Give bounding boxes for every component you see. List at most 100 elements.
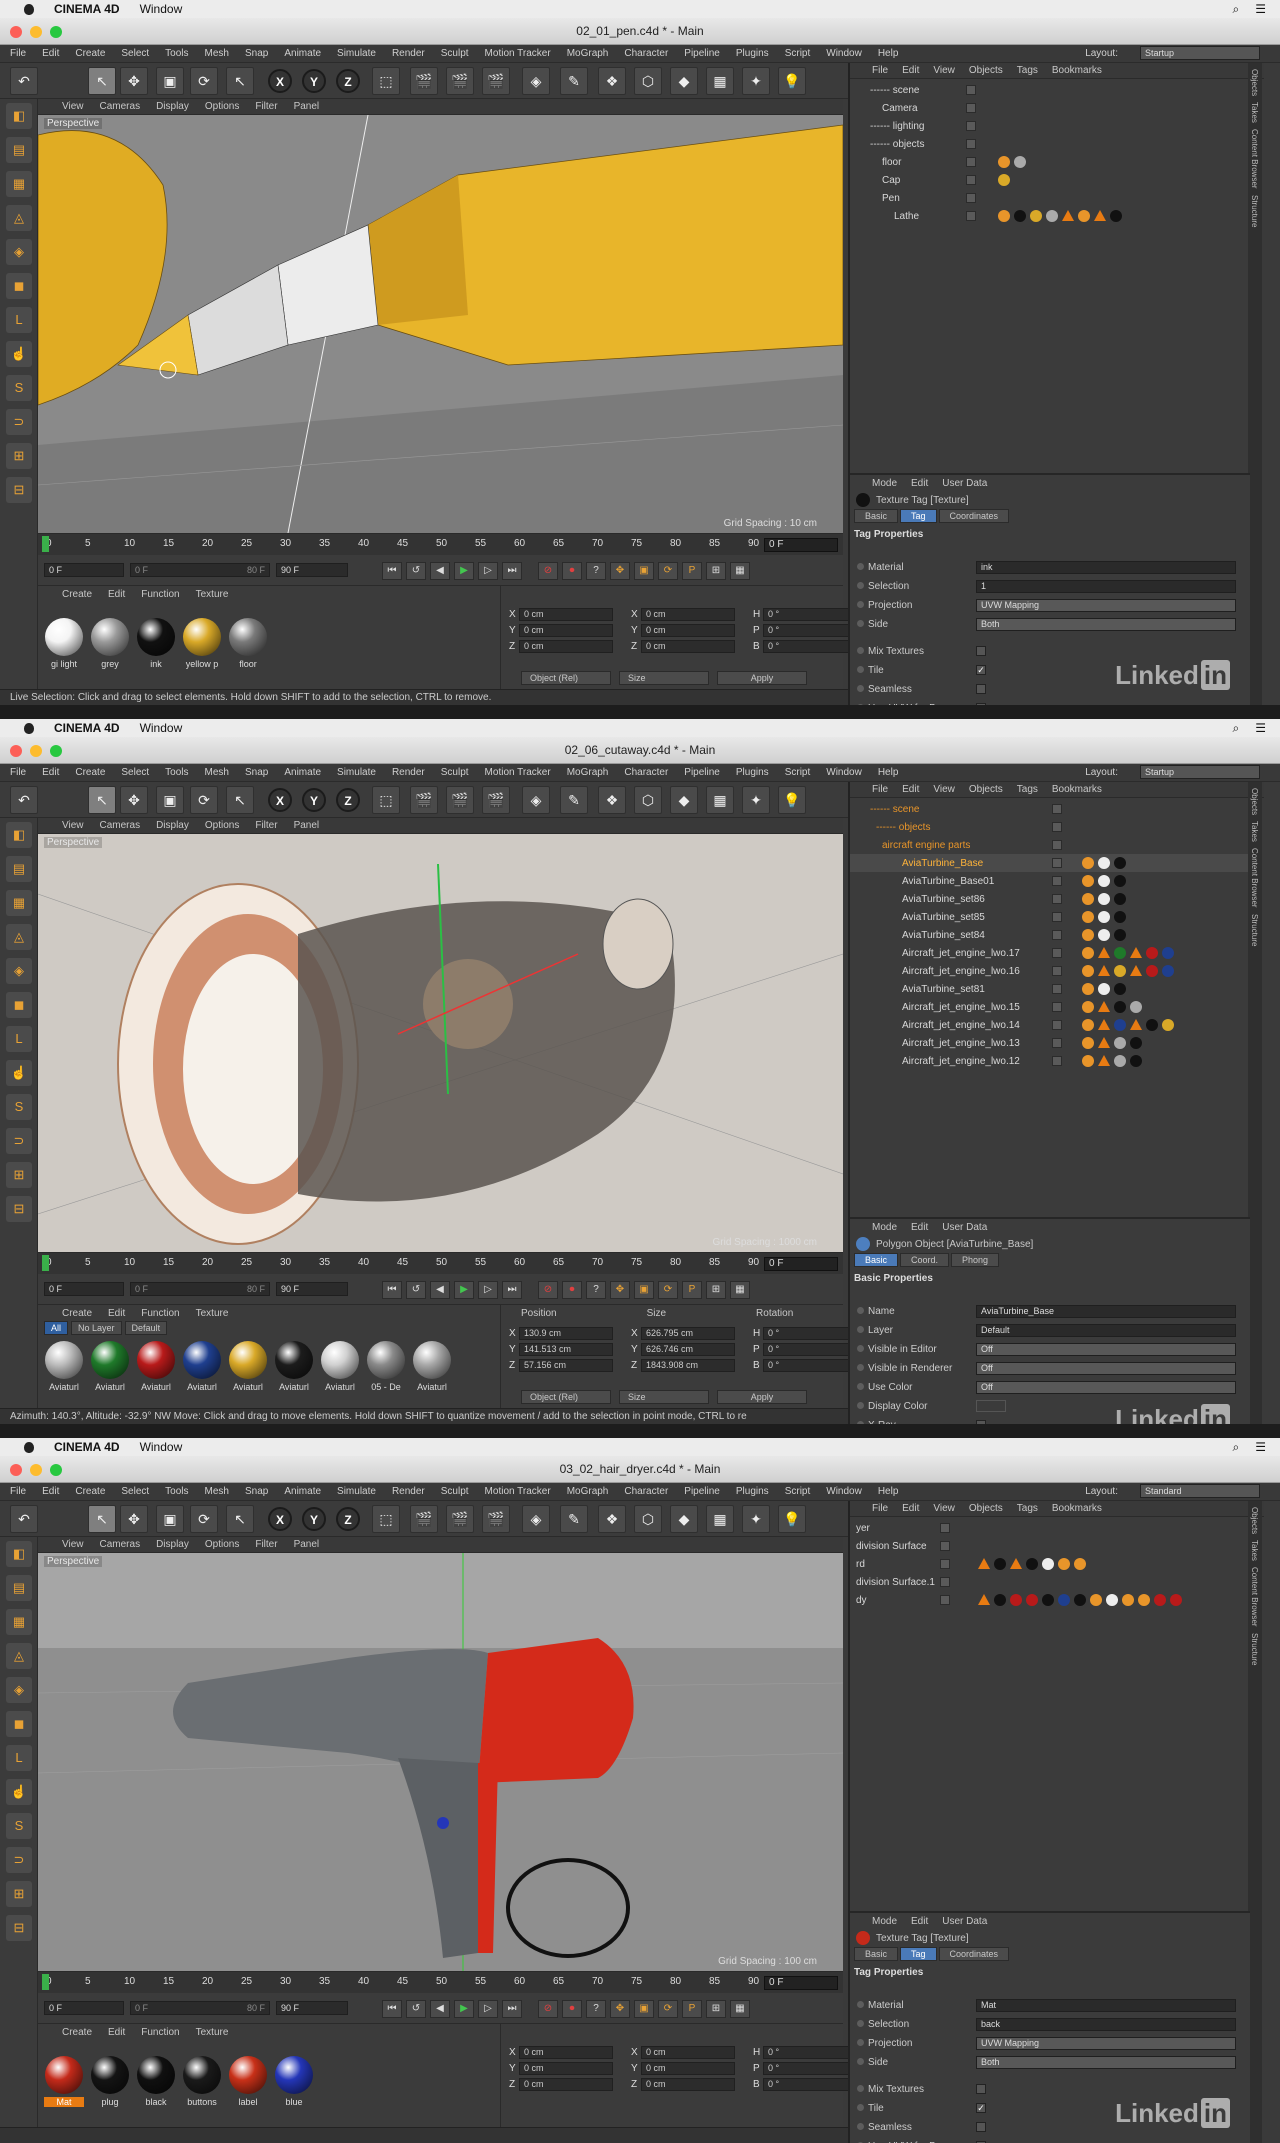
magnet-icon[interactable]: ⊃	[6, 409, 32, 435]
app-menu[interactable]: CINEMA 4D	[54, 721, 120, 735]
menu-edit[interactable]: Edit	[42, 767, 59, 778]
move-icon[interactable]: ✥	[120, 67, 148, 95]
animate-dot[interactable]	[857, 1326, 864, 1333]
window-menu[interactable]: Window	[140, 1440, 183, 1454]
material-swatch[interactable]: grey	[90, 618, 130, 672]
timeline-icon[interactable]: ▦	[730, 562, 750, 580]
make-editable-icon[interactable]: ◧	[6, 103, 32, 129]
visibility-toggle[interactable]	[966, 175, 976, 185]
move-icon[interactable]: ✥	[120, 786, 148, 814]
play-icon[interactable]: ▶	[454, 1281, 474, 1299]
help-icon[interactable]: ?	[586, 562, 606, 580]
menu-character[interactable]: Character	[624, 48, 668, 59]
object-row[interactable]: Lathe	[850, 207, 1250, 225]
rotate-icon[interactable]: ⟳	[190, 786, 218, 814]
object-row[interactable]: yer	[850, 1519, 1250, 1537]
coordinate-value-field[interactable]: 0 cm	[641, 640, 735, 653]
attribute-value-field[interactable]: Off	[976, 1343, 1236, 1356]
attribute-tab[interactable]: Tag	[900, 509, 937, 523]
render-view-icon[interactable]: 🎬	[410, 786, 438, 814]
object-row[interactable]: Pen	[850, 189, 1250, 207]
object-menu-objects[interactable]: Objects	[969, 1503, 1003, 1514]
x-axis-icon[interactable]: X	[268, 788, 292, 812]
animate-dot[interactable]	[857, 1307, 864, 1314]
object-row[interactable]: Aircraft_jet_engine_lwo.15	[850, 998, 1250, 1016]
pla-key-icon[interactable]: ⊞	[706, 2000, 726, 2018]
material-swatch[interactable]: gi light	[44, 618, 84, 672]
scale-icon[interactable]: ▣	[156, 67, 184, 95]
visibility-toggle[interactable]	[940, 1559, 950, 1569]
texture-tag-icon[interactable]	[1098, 929, 1110, 941]
viewport-menu-options[interactable]: Options	[205, 820, 239, 831]
menu-mesh[interactable]: Mesh	[205, 48, 229, 59]
object-menu-bookmarks[interactable]: Bookmarks	[1052, 65, 1102, 76]
subdivision-icon[interactable]: ❖	[598, 67, 626, 95]
z-axis-icon[interactable]: Z	[336, 1507, 360, 1531]
camera-icon[interactable]: ✦	[742, 1505, 770, 1533]
menu-edit[interactable]: Edit	[42, 48, 59, 59]
window-menu[interactable]: Window	[140, 721, 183, 735]
texture-tag-icon[interactable]	[1082, 1037, 1094, 1049]
layout-select[interactable]: Standard	[1140, 1484, 1260, 1498]
menu-file[interactable]: File	[10, 48, 26, 59]
search-icon[interactable]: ⌕	[1233, 2, 1240, 17]
visibility-toggle[interactable]	[1052, 822, 1062, 832]
menu-plugins[interactable]: Plugins	[736, 48, 769, 59]
texture-tag-icon[interactable]	[1014, 156, 1026, 168]
minimize-window-icon[interactable]	[30, 745, 42, 757]
texture-tag-icon[interactable]	[1098, 911, 1110, 923]
next-frame-icon[interactable]: ▷	[478, 2000, 498, 2018]
texture-tag-icon[interactable]	[1082, 857, 1094, 869]
texture-tag-icon[interactable]	[1078, 210, 1090, 222]
help-icon[interactable]: ?	[586, 1281, 606, 1299]
edges-mode-icon[interactable]: ◈	[6, 1677, 32, 1703]
x-axis-icon[interactable]: X	[268, 69, 292, 93]
list-icon[interactable]: ☰	[1255, 1440, 1266, 1455]
play-back-icon[interactable]: ◀	[430, 1281, 450, 1299]
object-menu-view[interactable]: View	[933, 784, 955, 795]
current-frame-field[interactable]: 0 F	[764, 1257, 838, 1271]
magnet-icon[interactable]: ⊃	[6, 1128, 32, 1154]
record-icon[interactable]: ⏺	[562, 1281, 582, 1299]
visibility-toggle[interactable]	[966, 103, 976, 113]
render-picture-icon[interactable]: 🎬	[446, 67, 474, 95]
side-tab[interactable]: Content Browser	[1250, 129, 1259, 189]
viewport-menu-view[interactable]: View	[62, 101, 84, 112]
material-swatch[interactable]: Aviaturl	[228, 1341, 268, 1395]
attribute-tab[interactable]: Coord.	[900, 1253, 949, 1267]
animate-dot[interactable]	[857, 1345, 864, 1352]
texture-tag-icon[interactable]	[1082, 1055, 1094, 1067]
attribute-value-field[interactable]: back	[976, 2018, 1236, 2031]
app-menu[interactable]: CINEMA 4D	[54, 1440, 120, 1454]
texture-tag-icon[interactable]	[1098, 875, 1110, 887]
object-row[interactable]: dy	[850, 1591, 1250, 1609]
prev-key-icon[interactable]: ↺	[406, 1281, 426, 1299]
object-row[interactable]: ------ lighting	[850, 117, 1250, 135]
autokey-icon[interactable]: ⊘	[538, 1281, 558, 1299]
coord-system-icon[interactable]: ⬚	[372, 67, 400, 95]
menu-help[interactable]: Help	[878, 48, 899, 59]
end-frame-field[interactable]: 90 F	[276, 2001, 348, 2015]
visibility-toggle[interactable]	[1052, 1002, 1062, 1012]
range-slider[interactable]: 0 F80 F	[130, 1282, 270, 1296]
3d-viewport[interactable]: PerspectiveGrid Spacing : 100 cm	[38, 1553, 843, 1971]
texture-tag-icon[interactable]	[1114, 893, 1126, 905]
close-window-icon[interactable]	[10, 745, 22, 757]
tweak-mode-icon[interactable]: ☝	[6, 1060, 32, 1086]
viewport-menu-display[interactable]: Display	[156, 101, 189, 112]
texture-tag-icon[interactable]	[1130, 1037, 1142, 1049]
y-axis-icon[interactable]: Y	[302, 788, 326, 812]
texture-tag-icon[interactable]	[1010, 1594, 1022, 1606]
coordinate-value-field[interactable]: 0 °	[763, 624, 857, 637]
menu-mesh[interactable]: Mesh	[205, 1486, 229, 1497]
window-menu[interactable]: Window	[140, 2, 183, 16]
coordinate-value-field[interactable]: 0 °	[763, 2046, 857, 2059]
coordinate-value-field[interactable]: 0 °	[763, 608, 857, 621]
snap-icon[interactable]: S	[6, 375, 32, 401]
texture-tag-icon[interactable]	[1162, 1019, 1174, 1031]
texture-tag-icon[interactable]	[1074, 1558, 1086, 1570]
object-menu-edit[interactable]: Edit	[902, 784, 919, 795]
object-row[interactable]: AviaTurbine_Base01	[850, 872, 1250, 890]
material-swatch[interactable]: black	[136, 2056, 176, 2110]
edges-mode-icon[interactable]: ◈	[6, 958, 32, 984]
